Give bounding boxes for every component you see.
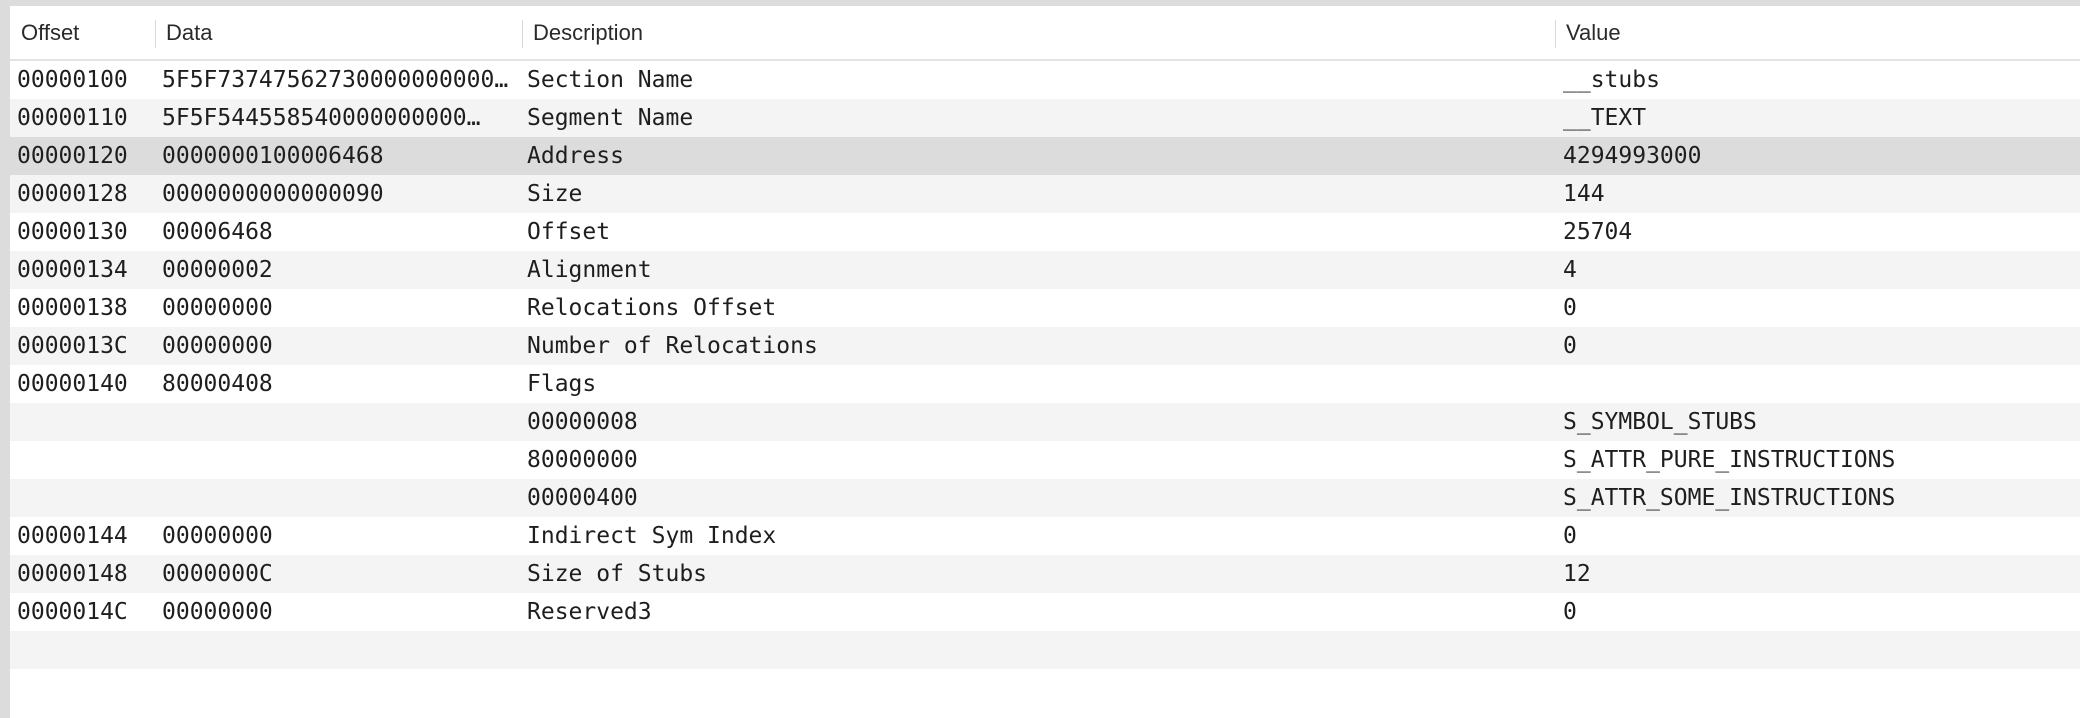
value-cell: 0 [1563, 295, 1577, 321]
column-header-value[interactable]: Value [1555, 6, 2075, 59]
value-cell: S_ATTR_SOME_INSTRUCTIONS [1563, 485, 1896, 511]
table-row[interactable] [10, 669, 2080, 707]
offset-cell: 00000140 [17, 371, 128, 397]
table-row-selected[interactable]: 00000120 0000000100006468 Address 429499300… [10, 137, 2080, 175]
data-cell: 00000000 [162, 295, 273, 321]
section-header-table: Offset Data Description Value 00000100 5F… [10, 6, 2080, 718]
data-cell: 5F5F544558540000000000… [162, 105, 481, 131]
table-row[interactable]: 80000000 S_ATTR_PURE_INSTRUCTIONS [10, 441, 2080, 479]
table-header: Offset Data Description Value [10, 6, 2080, 61]
value-cell: __TEXT [1563, 105, 1647, 131]
description-cell: Size [527, 181, 583, 207]
offset-cell: 00000144 [17, 523, 128, 549]
description-cell: Indirect Sym Index [527, 523, 777, 549]
data-cell [162, 441, 518, 479]
value-cell: 4294993000 [1563, 143, 1702, 169]
offset-cell: 00000138 [17, 295, 128, 321]
value-cell: 0 [1563, 333, 1577, 359]
table-row[interactable]: 0000014C 00000000 Reserved3 0 [10, 593, 2080, 631]
offset-cell: 00000100 [17, 67, 128, 93]
description-cell: 80000000 [527, 447, 638, 473]
data-cell [162, 669, 518, 707]
offset-cell: 00000130 [17, 219, 128, 245]
description-cell [527, 631, 1557, 669]
description-cell: Offset [527, 219, 611, 245]
table-row[interactable]: 00000110 5F5F544558540000000000… Segment N… [10, 99, 2080, 137]
data-cell [162, 631, 518, 669]
description-cell: Relocations Offset [527, 295, 777, 321]
description-cell: Segment Name [527, 105, 694, 131]
value-cell: S_ATTR_PURE_INSTRUCTIONS [1563, 447, 1896, 473]
column-header-data[interactable]: Data [155, 6, 525, 59]
description-cell: Alignment [527, 257, 652, 283]
offset-cell: 00000120 [17, 143, 128, 169]
offset-cell: 0000013C [17, 333, 128, 359]
description-cell: Size of Stubs [527, 561, 708, 587]
data-cell: 00006468 [162, 219, 273, 245]
description-cell: Address [527, 143, 624, 169]
offset-cell [17, 403, 157, 441]
offset-cell: 00000110 [17, 105, 128, 131]
column-header-offset[interactable]: Offset [10, 6, 155, 59]
table-row[interactable]: 00000144 00000000 Indirect Sym Index 0 [10, 517, 2080, 555]
value-cell [1563, 669, 2063, 707]
table-row[interactable]: 00000148 0000000C Size of Stubs 12 [10, 555, 2080, 593]
data-cell [162, 403, 518, 441]
value-cell [1563, 365, 2063, 403]
offset-cell [17, 631, 157, 669]
table-row[interactable]: 00000140 80000408 Flags [10, 365, 2080, 403]
description-cell: 00000008 [527, 409, 638, 435]
value-cell: 144 [1563, 181, 1605, 207]
table-row[interactable]: 00000130 00006468 Offset 25704 [10, 213, 2080, 251]
table-row[interactable] [10, 631, 2080, 669]
table-row[interactable]: 00000138 00000000 Relocations Offset 0 [10, 289, 2080, 327]
window-left-edge [0, 0, 10, 718]
data-cell [162, 479, 518, 517]
data-cell: 0000000C [162, 561, 273, 587]
data-cell: 0000000000000090 [162, 181, 384, 207]
offset-cell: 0000014C [17, 599, 128, 625]
table-row[interactable]: 00000400 S_ATTR_SOME_INSTRUCTIONS [10, 479, 2080, 517]
value-cell: 12 [1563, 561, 1591, 587]
data-cell: 00000000 [162, 333, 273, 359]
description-cell [527, 669, 1557, 707]
value-cell: 0 [1563, 599, 1577, 625]
value-cell [1563, 631, 2063, 669]
data-cell: 00000000 [162, 599, 273, 625]
description-cell: Reserved3 [527, 599, 652, 625]
data-cell: 80000408 [162, 371, 273, 397]
table-row[interactable]: 0000013C 00000000 Number of Relocations 0 [10, 327, 2080, 365]
data-cell: 5F5F73747562730000000000… [162, 67, 509, 93]
offset-cell [17, 669, 157, 707]
description-cell: Flags [527, 371, 597, 397]
offset-cell [17, 479, 157, 517]
offset-cell: 00000148 [17, 561, 128, 587]
offset-cell [17, 441, 157, 479]
data-cell: 0000000100006468 [162, 143, 384, 169]
data-cell: 00000002 [162, 257, 273, 283]
offset-cell: 00000128 [17, 181, 128, 207]
value-cell: 25704 [1563, 219, 1633, 245]
value-cell: 0 [1563, 523, 1577, 549]
description-cell: Section Name [527, 67, 694, 93]
offset-cell: 00000134 [17, 257, 128, 283]
value-cell: S_SYMBOL_STUBS [1563, 409, 1757, 435]
value-cell: __stubs [1563, 67, 1660, 93]
table-row[interactable]: 00000100 5F5F73747562730000000000… Section… [10, 61, 2080, 99]
value-cell: 4 [1563, 257, 1577, 283]
column-header-description[interactable]: Description [522, 6, 1562, 59]
table-row[interactable]: 00000128 0000000000000090 Size 144 [10, 175, 2080, 213]
description-cell: 00000400 [527, 485, 638, 511]
table-row[interactable]: 00000134 00000002 Alignment 4 [10, 251, 2080, 289]
data-cell: 00000000 [162, 523, 273, 549]
description-cell: Number of Relocations [527, 333, 818, 359]
table-row[interactable]: 00000008 S_SYMBOL_STUBS [10, 403, 2080, 441]
table-body: 00000100 5F5F73747562730000000000… Section… [10, 61, 2080, 707]
